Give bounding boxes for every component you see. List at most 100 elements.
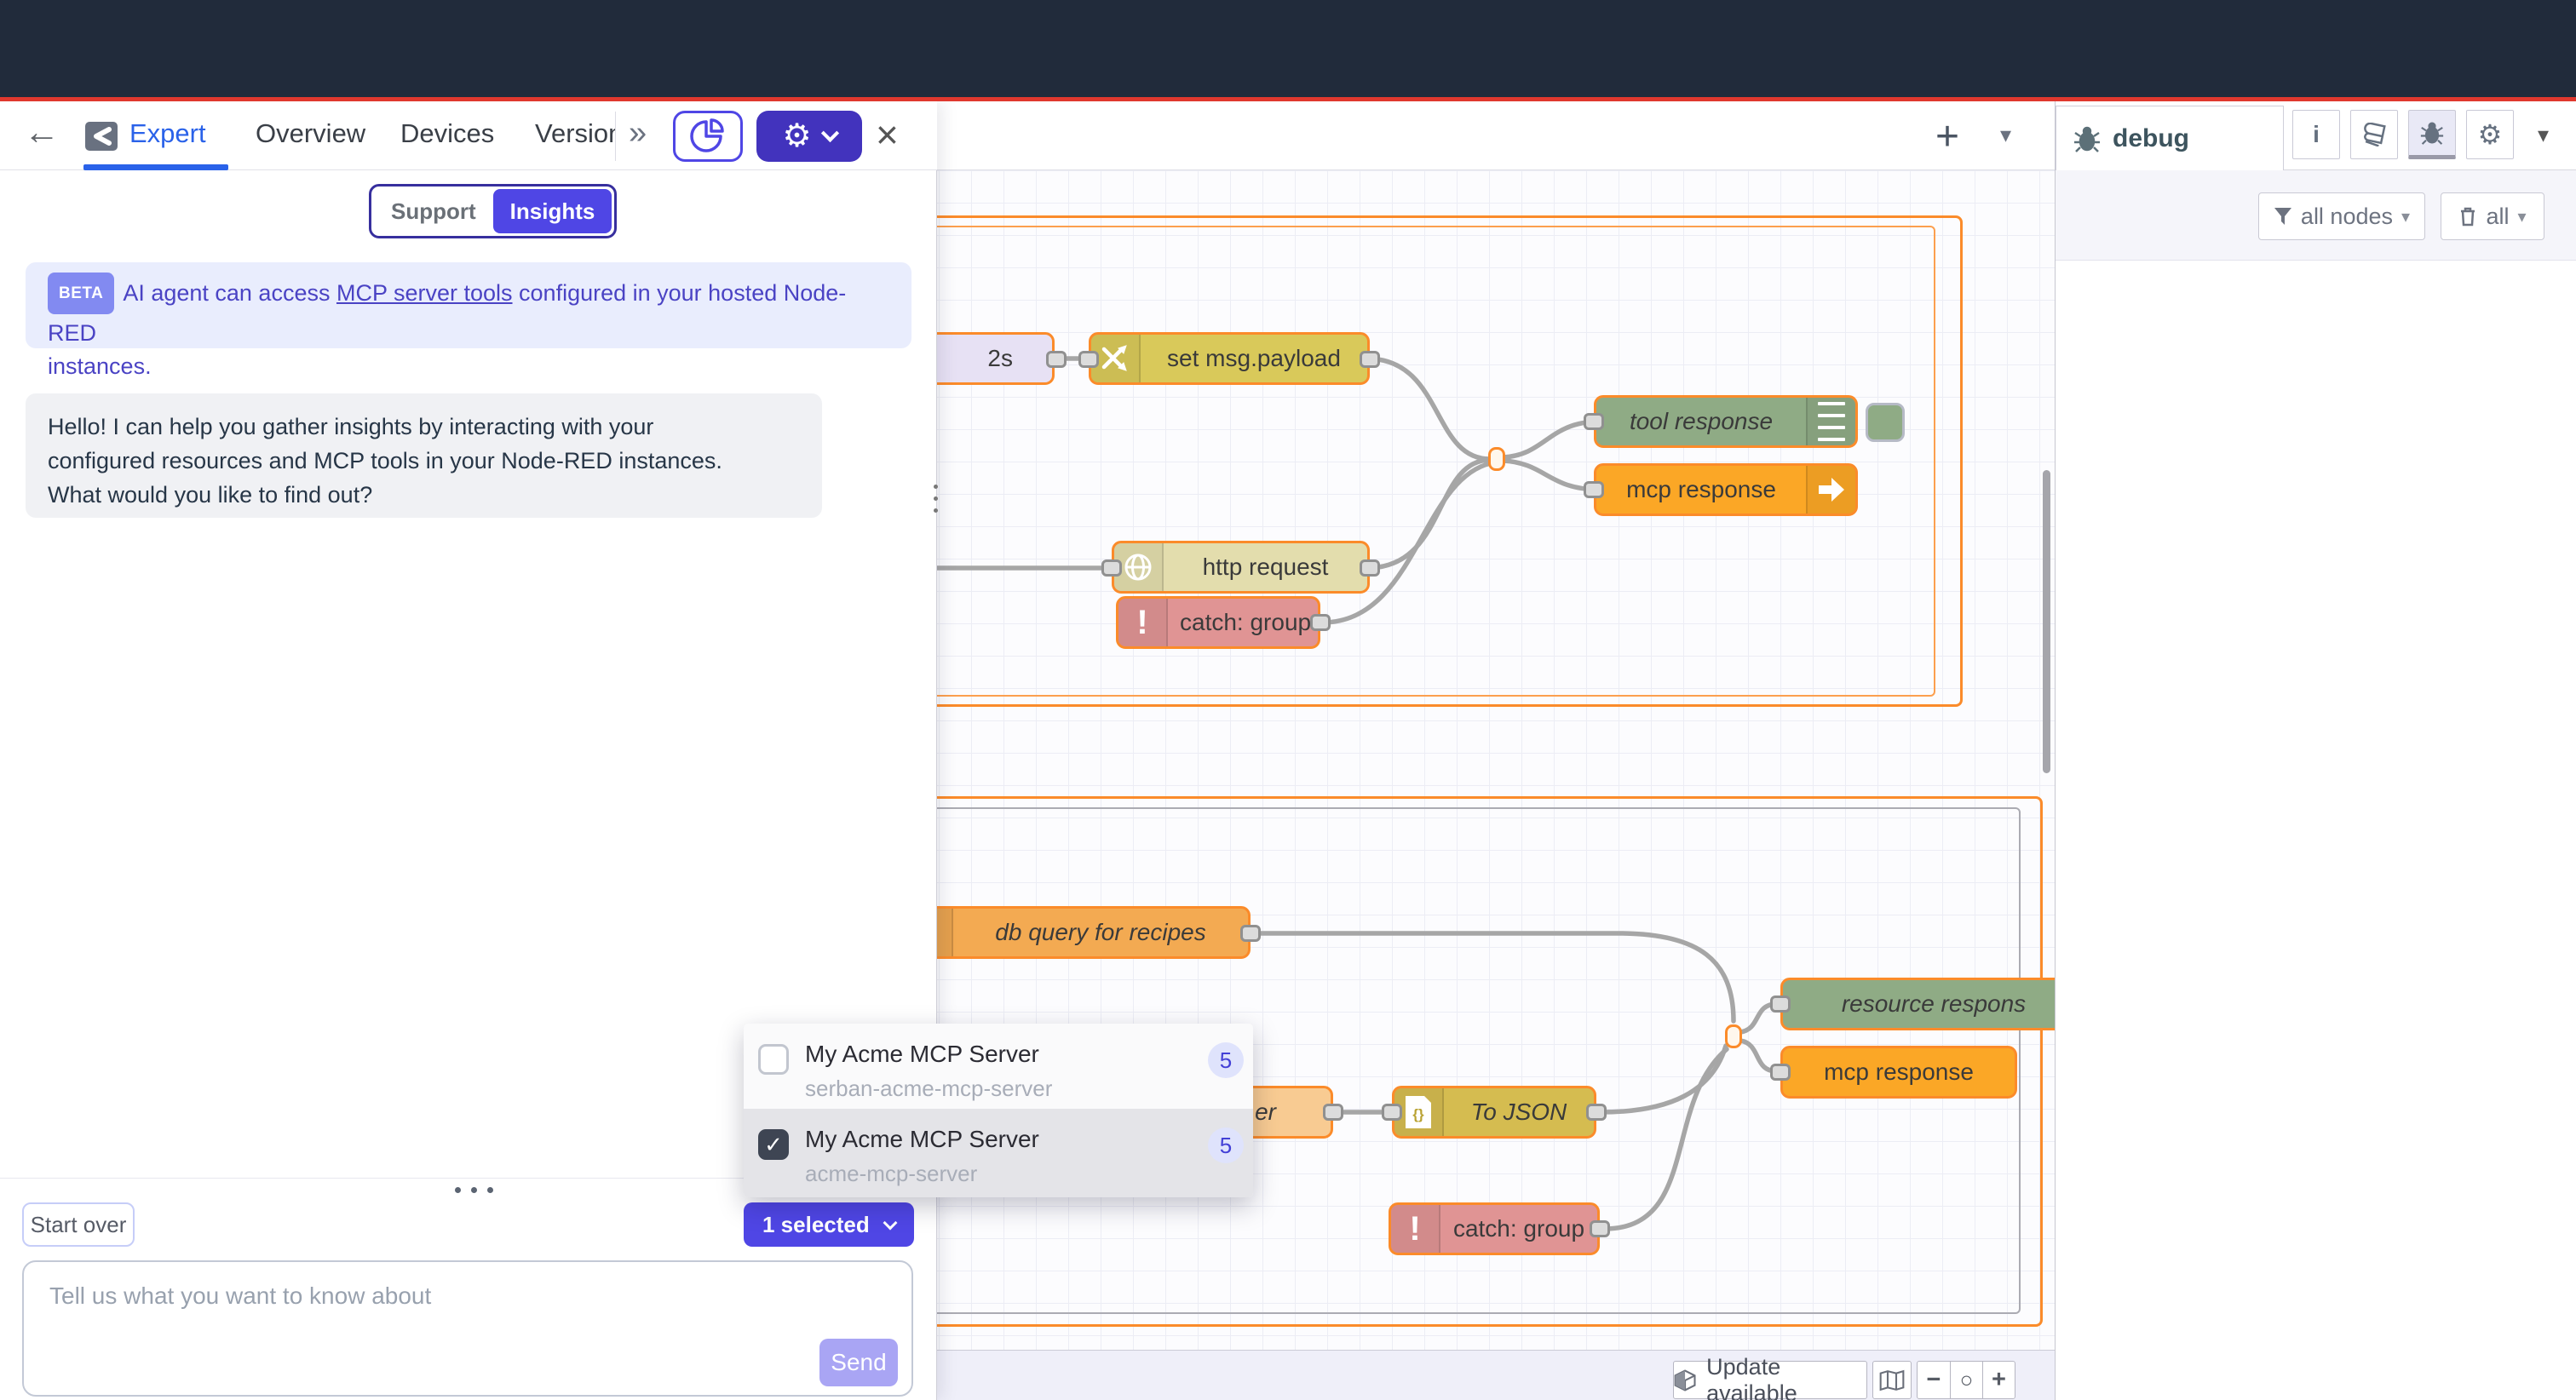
mcp-server-popup: My Acme MCP Server serban-acme-mcp-serve… [744, 1024, 1253, 1197]
node-port[interactable] [1323, 1104, 1343, 1121]
chevron-down-icon [883, 1216, 898, 1231]
add-flow-button[interactable]: + [1935, 113, 1959, 160]
list-item[interactable]: My Acme MCP Server serban-acme-mcp-serve… [744, 1024, 1253, 1109]
node-port[interactable] [1770, 995, 1791, 1013]
help-tab-button[interactable] [2350, 110, 2398, 159]
toggle-support[interactable]: Support [374, 189, 493, 233]
caret-down-icon: ▾ [2517, 206, 2526, 227]
filter-nodes-dropdown[interactable]: all nodes ▾ [2258, 192, 2425, 240]
node-mcp-response-bottom[interactable]: mcp response [1780, 1046, 2017, 1099]
node-port[interactable] [1240, 925, 1261, 942]
list-item[interactable]: ✓ My Acme MCP Server acme-mcp-server 5 [744, 1109, 1253, 1197]
gear-icon: ⚙ [2478, 118, 2503, 151]
package-icon [1674, 1368, 1696, 1393]
info-tab-button[interactable]: i [2292, 110, 2340, 159]
node-port[interactable] [1584, 413, 1604, 430]
top-navbar [0, 0, 2576, 97]
tab-overview[interactable]: Overview [256, 118, 365, 149]
mode-toggle: Support Insights [369, 184, 617, 238]
insights-pie-button[interactable] [673, 111, 743, 162]
node-http-request[interactable]: http request [1112, 541, 1370, 594]
send-button[interactable]: Send [819, 1339, 898, 1386]
node-debug-resource-response[interactable]: resource respons [1780, 978, 2087, 1030]
debug-sidebar: debug i ⚙ ▾ all nodes ▾ all ▾ [2055, 101, 2576, 1400]
node-mcp-response-top[interactable]: mcp response [1594, 463, 1858, 516]
clear-all-dropdown[interactable]: all ▾ [2441, 192, 2544, 240]
selected-servers-dropdown[interactable]: 1 selected [744, 1202, 914, 1247]
settings-dropdown-button[interactable]: ⚙ [756, 111, 862, 162]
beta-text: instances. [48, 350, 889, 383]
tab-expert[interactable]: Expert [129, 118, 206, 149]
funnel-icon [2274, 207, 2292, 226]
tab-debug[interactable]: debug [2056, 106, 2284, 171]
exclamation-icon: ! [1118, 599, 1168, 646]
zoom-out-button[interactable]: − [1918, 1362, 1950, 1398]
link-out-arrow-icon [1806, 466, 1855, 514]
debug-enable-toggle[interactable] [1866, 403, 1905, 442]
node-port[interactable] [1310, 614, 1331, 631]
beta-badge: BETA [48, 273, 114, 314]
update-available-button[interactable]: Update available [1673, 1361, 1867, 1399]
beta-banner: BETA AI agent can access MCP server tools… [26, 262, 911, 348]
node-to-json[interactable]: {} To JSON [1392, 1086, 1596, 1139]
node-port[interactable] [1590, 1220, 1610, 1237]
chat-input[interactable] [22, 1260, 913, 1397]
node-port[interactable] [1584, 481, 1604, 498]
more-tabs-chevron-icon[interactable]: » [629, 115, 647, 152]
node-port[interactable] [1382, 1104, 1402, 1121]
active-tab-underline [83, 164, 228, 170]
panel-resize-handle[interactable] [934, 477, 938, 520]
node-port[interactable] [1586, 1104, 1607, 1121]
node-port[interactable] [1078, 351, 1099, 368]
assistant-panel: ← Expert Overview Devices Version » ⚙ × … [0, 101, 937, 1400]
node-port[interactable] [1046, 351, 1067, 368]
svg-text:{}: {} [1412, 1106, 1424, 1122]
node-port[interactable] [1101, 559, 1122, 577]
node-debug-tool-response[interactable]: tool response [1594, 395, 1858, 448]
mcp-server-tools-link[interactable]: MCP server tools [336, 280, 513, 306]
node-port[interactable] [1360, 559, 1380, 577]
debug-output-icon [1806, 398, 1855, 445]
canvas-vertical-scrollbar[interactable] [2043, 470, 2050, 773]
checkbox-unchecked[interactable] [758, 1044, 789, 1075]
node-port[interactable] [1360, 351, 1380, 368]
checkbox-checked[interactable]: ✓ [758, 1129, 789, 1160]
chevron-down-icon [820, 123, 838, 141]
accent-bar [0, 97, 2576, 101]
start-over-button[interactable]: Start over [22, 1202, 135, 1247]
node-catch-group-bottom[interactable]: ! catch: group [1389, 1202, 1600, 1255]
count-badge: 5 [1208, 1042, 1244, 1078]
back-arrow-icon[interactable]: ← [24, 112, 60, 152]
minimap-button[interactable] [1872, 1361, 1912, 1399]
node-group-inner-border [884, 226, 1935, 697]
pie-chart-icon [689, 118, 727, 155]
flowfuse-node-red-window: + ▾ 2s set msg.payload [0, 0, 2576, 1400]
bug-icon [2073, 125, 2101, 152]
node-change-set-msg-payload[interactable]: set msg.payload [1089, 332, 1370, 385]
flowfuse-expert-icon [85, 122, 118, 151]
tab-version[interactable]: Version [535, 118, 615, 149]
panel-tab-bar: ← Expert Overview Devices Version » ⚙ × [0, 101, 937, 170]
close-panel-button[interactable]: × [876, 112, 899, 158]
zoom-controls: − ○ + [1917, 1361, 2015, 1399]
count-badge: 5 [1208, 1127, 1244, 1163]
zoom-in-button[interactable]: + [1982, 1362, 2015, 1398]
debug-tab-button[interactable] [2408, 110, 2456, 159]
wire-junction[interactable] [1488, 447, 1505, 471]
trash-icon [2458, 206, 2477, 227]
gear-icon: ⚙ [782, 120, 811, 152]
node-port[interactable] [1770, 1064, 1791, 1081]
config-tab-button[interactable]: ⚙ [2466, 110, 2514, 159]
node-catch-group-top[interactable]: ! catch: group [1116, 596, 1320, 649]
zoom-reset-button[interactable]: ○ [1950, 1362, 1982, 1398]
toggle-insights[interactable]: Insights [493, 189, 612, 233]
wire-junction[interactable] [1725, 1024, 1742, 1048]
flow-list-caret-icon[interactable]: ▾ [2000, 122, 2011, 148]
caret-down-icon: ▾ [2401, 206, 2410, 227]
node-db-query-for-recipes[interactable]: { db query for recipes [901, 906, 1251, 959]
beta-text: AI agent can access [123, 280, 336, 306]
tab-devices[interactable]: Devices [400, 118, 494, 149]
sidebar-menu-caret-icon[interactable]: ▾ [2538, 122, 2549, 148]
composer-drag-handle[interactable] [455, 1187, 493, 1193]
sidebar-tab-bar: debug i ⚙ ▾ [2056, 101, 2576, 170]
